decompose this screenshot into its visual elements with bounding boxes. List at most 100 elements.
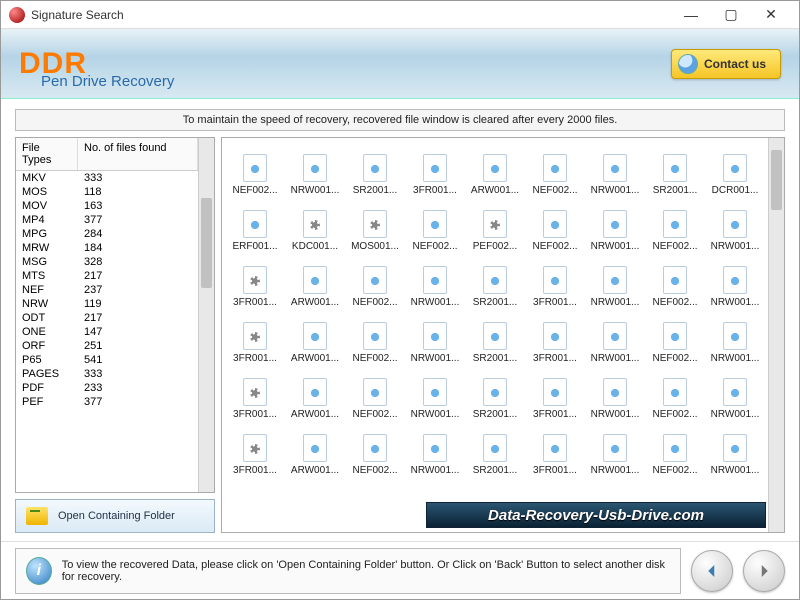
file-item[interactable]: ARW001... [286,424,344,476]
file-item[interactable]: 3FR001... [226,368,284,420]
cell-count: 333 [78,171,198,185]
file-item[interactable]: 3FR001... [226,312,284,364]
file-item[interactable]: NRW001... [706,312,764,364]
document-file-icon [363,154,387,182]
file-item[interactable]: KDC001... [286,200,344,252]
file-item[interactable]: ARW001... [286,256,344,308]
file-name: ARW001... [291,353,339,364]
file-name: NRW001... [291,185,340,196]
file-item[interactable]: NRW001... [406,312,464,364]
file-item[interactable]: DCR001... [706,144,764,196]
table-row[interactable]: ONE147 [16,325,198,339]
table-row[interactable]: NEF237 [16,283,198,297]
file-item[interactable]: PEF002... [466,200,524,252]
file-item[interactable]: 3FR001... [526,368,584,420]
document-file-icon [723,266,747,294]
file-item[interactable]: NEF002... [526,144,584,196]
file-item[interactable]: NRW001... [586,368,644,420]
minimize-button[interactable]: — [671,4,711,26]
file-item[interactable]: NEF002... [646,368,704,420]
file-item[interactable]: NEF002... [526,200,584,252]
file-item[interactable]: 3FR001... [526,312,584,364]
table-row[interactable]: NRW119 [16,297,198,311]
close-button[interactable]: ✕ [751,4,791,26]
file-item[interactable]: 3FR001... [526,256,584,308]
file-item[interactable]: MOS001... [346,200,404,252]
document-file-icon [363,378,387,406]
folder-icon [26,507,48,525]
file-item[interactable]: NRW001... [286,144,344,196]
open-containing-folder-button[interactable]: Open Containing Folder [15,499,215,533]
back-button[interactable] [691,550,733,592]
file-item[interactable]: NRW001... [586,256,644,308]
table-row[interactable]: ODT217 [16,311,198,325]
file-item[interactable]: NEF002... [226,144,284,196]
file-item[interactable]: 3FR001... [526,424,584,476]
file-item[interactable]: NEF002... [346,368,404,420]
file-item[interactable]: NEF002... [646,256,704,308]
file-item[interactable]: NRW001... [406,256,464,308]
recovered-files-panel: NEF002...NRW001...SR2001...3FR001...ARW0… [221,137,785,533]
file-item[interactable]: NRW001... [406,368,464,420]
types-scrollbar[interactable] [198,138,214,492]
file-item[interactable]: 3FR001... [406,144,464,196]
file-item[interactable]: NRW001... [586,200,644,252]
file-item[interactable]: SR2001... [346,144,404,196]
file-item[interactable]: SR2001... [466,256,524,308]
table-row[interactable]: MP4377 [16,213,198,227]
file-item[interactable]: NEF002... [346,312,404,364]
table-row[interactable]: PAGES333 [16,367,198,381]
maximize-button[interactable]: ▢ [711,4,751,26]
file-item[interactable]: SR2001... [466,312,524,364]
table-row[interactable]: MTS217 [16,269,198,283]
file-item[interactable]: NEF002... [646,424,704,476]
table-row[interactable]: MKV333 [16,171,198,185]
file-item[interactable]: NRW001... [586,424,644,476]
cell-count: 163 [78,199,198,213]
table-row[interactable]: MRW184 [16,241,198,255]
file-item[interactable]: ARW001... [466,144,524,196]
file-item[interactable]: NRW001... [706,256,764,308]
files-scroll-thumb[interactable] [771,150,782,210]
file-item[interactable]: NEF002... [646,200,704,252]
cell-type: NRW [16,297,78,311]
next-button[interactable] [743,550,785,592]
document-file-icon [243,210,267,238]
files-scrollbar[interactable] [768,138,784,532]
file-name: NEF002... [652,465,697,476]
file-item[interactable]: NEF002... [346,256,404,308]
settings-file-icon [243,266,267,294]
file-item[interactable]: ARW001... [286,368,344,420]
contact-label: Contact us [704,57,766,71]
file-item[interactable]: ARW001... [286,312,344,364]
file-item[interactable]: NRW001... [706,200,764,252]
contact-us-button[interactable]: Contact us [671,49,781,79]
file-item[interactable]: NRW001... [706,424,764,476]
file-item[interactable]: NRW001... [406,424,464,476]
file-item[interactable]: NRW001... [586,144,644,196]
document-file-icon [723,378,747,406]
file-item[interactable]: NRW001... [586,312,644,364]
table-row[interactable]: P65541 [16,353,198,367]
file-item[interactable]: NEF002... [406,200,464,252]
file-name: NEF002... [352,409,397,420]
table-row[interactable]: MSG328 [16,255,198,269]
file-item[interactable]: SR2001... [466,368,524,420]
types-scroll-thumb[interactable] [201,198,212,288]
file-item[interactable]: 3FR001... [226,424,284,476]
table-row[interactable]: MPG284 [16,227,198,241]
col-file-types[interactable]: File Types [16,138,78,170]
table-row[interactable]: PDF233 [16,381,198,395]
file-item[interactable]: NEF002... [346,424,404,476]
col-files-found[interactable]: No. of files found [78,138,198,170]
table-row[interactable]: MOV163 [16,199,198,213]
file-item[interactable]: SR2001... [646,144,704,196]
file-item[interactable]: 3FR001... [226,256,284,308]
file-item[interactable]: ERF001... [226,200,284,252]
file-item[interactable]: NEF002... [646,312,704,364]
table-row[interactable]: PEF377 [16,395,198,409]
table-row[interactable]: MOS118 [16,185,198,199]
table-row[interactable]: ORF251 [16,339,198,353]
file-item[interactable]: SR2001... [466,424,524,476]
file-item[interactable]: NRW001... [706,368,764,420]
